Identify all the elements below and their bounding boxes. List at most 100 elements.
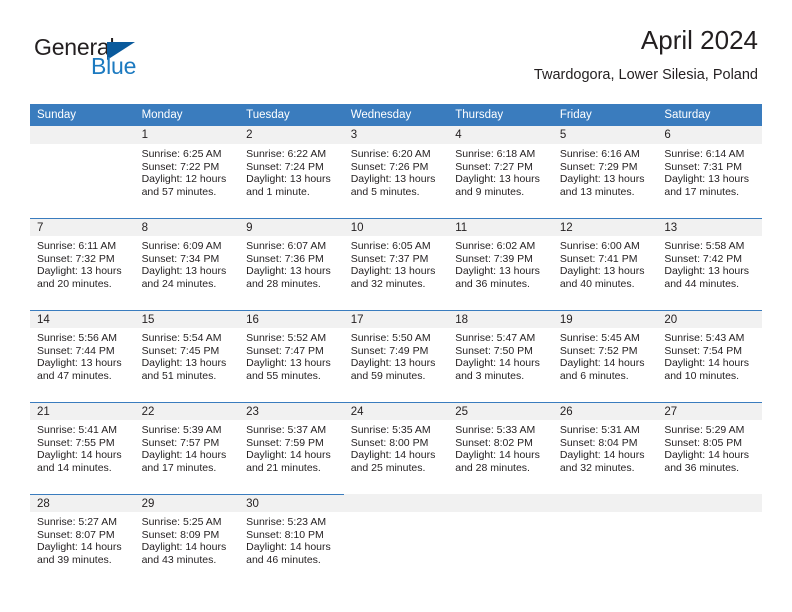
calendar-page: General Blue April 2024 Twardogora, Lowe… — [0, 0, 792, 612]
day-cell[interactable]: 1 Sunrise: 6:25 AM Sunset: 7:22 PM Daylight… — [134, 126, 240, 218]
daylight-text-line1: Daylight: 13 hours — [664, 265, 750, 278]
weekday-header-monday: Monday — [134, 104, 240, 126]
calendar-cell: 23 Sunrise: 5:37 AM Sunset: 7:59 PM Dayligh… — [239, 402, 344, 494]
day-cell[interactable]: 11 Sunrise: 6:02 AM Sunset: 7:39 PM Dayligh… — [448, 218, 553, 310]
daylight-text-line2: and 51 minutes. — [141, 369, 217, 382]
daylight-text-line2: and 25 minutes. — [350, 461, 426, 474]
day-details: Sunrise: 5:39 AM Sunset: 7:57 PM Daylight:… — [135, 420, 240, 474]
day-cell[interactable]: 24 Sunrise: 5:35 AM Sunset: 8:00 PM Dayligh… — [343, 402, 449, 494]
day-cell[interactable]: 16 Sunrise: 5:52 AM Sunset: 7:47 PM Dayligh… — [239, 310, 344, 402]
day-cell[interactable]: 6 Sunrise: 6:14 AM Sunset: 7:31 PM Daylight… — [657, 126, 762, 218]
day-details: Sunrise: 6:25 AM Sunset: 7:22 PM Daylight:… — [135, 144, 240, 198]
day-cell[interactable]: 4 Sunrise: 6:18 AM Sunset: 7:27 PM Daylight… — [448, 126, 553, 218]
day-cell[interactable]: 20 Sunrise: 5:43 AM Sunset: 7:54 PM Dayligh… — [657, 310, 762, 402]
calendar-cell: 3 Sunrise: 6:20 AM Sunset: 7:26 PM Daylight… — [343, 126, 449, 218]
day-cell[interactable]: 5 Sunrise: 6:16 AM Sunset: 7:29 PM Daylight… — [552, 126, 658, 218]
calendar-cell: 4 Sunrise: 6:18 AM Sunset: 7:27 PM Daylight… — [448, 126, 553, 218]
day-details: Sunrise: 6:00 AM Sunset: 7:41 PM Daylight:… — [553, 236, 658, 290]
daylight-text-line2: and 9 minutes. — [455, 185, 525, 198]
day-number: 28 — [30, 494, 135, 512]
day-number: 20 — [657, 310, 762, 328]
day-number: 19 — [552, 310, 658, 328]
daylight-text-line2: and 43 minutes. — [141, 553, 217, 566]
day-cell[interactable]: 10 Sunrise: 6:05 AM Sunset: 7:37 PM Dayligh… — [343, 218, 449, 310]
daylight-text-line2: and 57 minutes. — [141, 185, 217, 198]
title-block: April 2024 Twardogora, Lower Silesia, Po… — [534, 25, 758, 83]
day-number — [343, 494, 449, 512]
day-number: 15 — [134, 310, 240, 328]
daylight-text-line1: Daylight: 14 hours — [246, 541, 331, 554]
day-cell[interactable]: 18 Sunrise: 5:47 AM Sunset: 7:50 PM Dayligh… — [448, 310, 553, 402]
sunrise-text: Sunrise: 6:14 AM — [664, 148, 745, 160]
day-details: Sunrise: 5:50 AM Sunset: 7:49 PM Daylight:… — [344, 328, 449, 382]
calendar-cell: 16 Sunrise: 5:52 AM Sunset: 7:47 PM Dayligh… — [239, 310, 344, 402]
daylight-text-line2: and 21 minutes. — [246, 461, 321, 474]
sunset-text: Sunset: 8:07 PM — [37, 528, 115, 541]
sunset-text: Sunset: 7:44 PM — [37, 344, 115, 357]
daylight-text-line2: and 59 minutes. — [350, 369, 426, 382]
day-cell[interactable]: 15 Sunrise: 5:54 AM Sunset: 7:45 PM Dayligh… — [134, 310, 240, 402]
sunset-text: Sunset: 7:27 PM — [455, 160, 533, 173]
day-cell[interactable]: 3 Sunrise: 6:20 AM Sunset: 7:26 PM Daylight… — [343, 126, 449, 218]
weekday-header-saturday: Saturday — [657, 104, 762, 126]
sunrise-text: Sunrise: 5:47 AM — [455, 332, 536, 344]
calendar-cell: 14 Sunrise: 5:56 AM Sunset: 7:44 PM Dayligh… — [30, 310, 135, 402]
day-number — [30, 126, 135, 144]
day-details: Sunrise: 5:31 AM Sunset: 8:04 PM Daylight:… — [553, 420, 658, 474]
day-cell[interactable]: 22 Sunrise: 5:39 AM Sunset: 7:57 PM Dayligh… — [134, 402, 240, 494]
calendar-cell: 30 Sunrise: 5:23 AM Sunset: 8:10 PM Dayligh… — [239, 494, 344, 586]
day-cell[interactable]: 7 Sunrise: 6:11 AM Sunset: 7:32 PM Daylight… — [30, 218, 135, 310]
sunrise-text: Sunrise: 6:16 AM — [559, 148, 640, 160]
sunrise-text: Sunrise: 5:29 AM — [664, 424, 745, 436]
day-cell[interactable]: 23 Sunrise: 5:37 AM Sunset: 7:59 PM Dayligh… — [239, 402, 344, 494]
day-number: 29 — [134, 494, 240, 512]
day-cell[interactable]: 13 Sunrise: 5:58 AM Sunset: 7:42 PM Dayligh… — [657, 218, 762, 310]
day-cell[interactable]: 9 Sunrise: 6:07 AM Sunset: 7:36 PM Daylight… — [239, 218, 344, 310]
day-details: Sunrise: 6:09 AM Sunset: 7:34 PM Daylight:… — [135, 236, 240, 290]
weekday-header-tuesday: Tuesday — [239, 104, 344, 126]
daylight-text-line2: and 36 minutes. — [455, 277, 530, 290]
day-details: Sunrise: 5:54 AM Sunset: 7:45 PM Daylight:… — [135, 328, 240, 382]
day-number: 2 — [239, 126, 344, 144]
sunrise-text: Sunrise: 5:25 AM — [141, 516, 222, 528]
day-cell-empty — [552, 494, 658, 586]
day-cell[interactable]: 28 Sunrise: 5:27 AM Sunset: 8:07 PM Dayligh… — [30, 494, 135, 586]
day-cell[interactable]: 12 Sunrise: 6:00 AM Sunset: 7:41 PM Dayligh… — [552, 218, 658, 310]
daylight-text-line2: and 17 minutes. — [664, 185, 740, 198]
daylight-text-line1: Daylight: 14 hours — [141, 449, 227, 462]
daylight-text-line1: Daylight: 14 hours — [559, 357, 645, 370]
calendar-cell — [448, 494, 553, 586]
sunset-text: Sunset: 7:26 PM — [350, 160, 429, 173]
day-cell[interactable]: 26 Sunrise: 5:31 AM Sunset: 8:04 PM Dayligh… — [552, 402, 658, 494]
day-details: Sunrise: 6:14 AM Sunset: 7:31 PM Daylight:… — [657, 144, 762, 198]
calendar-week-row: 21 Sunrise: 5:41 AM Sunset: 7:55 PM Dayligh… — [30, 402, 762, 494]
day-cell[interactable]: 14 Sunrise: 5:56 AM Sunset: 7:44 PM Dayligh… — [30, 310, 135, 402]
day-cell[interactable]: 25 Sunrise: 5:33 AM Sunset: 8:02 PM Dayligh… — [448, 402, 553, 494]
day-cell[interactable]: 17 Sunrise: 5:50 AM Sunset: 7:49 PM Dayligh… — [343, 310, 449, 402]
day-cell[interactable]: 30 Sunrise: 5:23 AM Sunset: 8:10 PM Dayligh… — [239, 494, 344, 586]
calendar-week-row: 28 Sunrise: 5:27 AM Sunset: 8:07 PM Dayligh… — [30, 494, 762, 586]
sunrise-text: Sunrise: 6:07 AM — [246, 240, 327, 252]
sunrise-text: Sunrise: 5:43 AM — [664, 332, 745, 344]
day-details: Sunrise: 6:11 AM Sunset: 7:32 PM Daylight:… — [30, 236, 135, 290]
sunset-text: Sunset: 7:42 PM — [664, 252, 743, 265]
day-cell[interactable]: 21 Sunrise: 5:41 AM Sunset: 7:55 PM Dayligh… — [30, 402, 135, 494]
daylight-text-line1: Daylight: 13 hours — [246, 265, 331, 278]
general-blue-logo: General Blue — [34, 34, 184, 86]
calendar-cell: 15 Sunrise: 5:54 AM Sunset: 7:45 PM Dayligh… — [134, 310, 240, 402]
day-number: 11 — [448, 218, 553, 236]
day-cell[interactable]: 27 Sunrise: 5:29 AM Sunset: 8:05 PM Dayligh… — [657, 402, 762, 494]
daylight-text-line1: Daylight: 14 hours — [455, 357, 540, 370]
weekday-header-sunday: Sunday — [30, 104, 135, 126]
daylight-text-line2: and 1 minute. — [246, 185, 310, 198]
day-details: Sunrise: 5:29 AM Sunset: 8:05 PM Daylight:… — [657, 420, 762, 474]
daylight-text-line1: Daylight: 14 hours — [350, 449, 436, 462]
day-number: 16 — [239, 310, 344, 328]
calendar-cell: 25 Sunrise: 5:33 AM Sunset: 8:02 PM Dayligh… — [448, 402, 553, 494]
calendar-cell: 11 Sunrise: 6:02 AM Sunset: 7:39 PM Dayligh… — [448, 218, 553, 310]
sunset-text: Sunset: 7:54 PM — [664, 344, 743, 357]
day-cell[interactable]: 8 Sunrise: 6:09 AM Sunset: 7:34 PM Daylight… — [134, 218, 240, 310]
day-cell[interactable]: 19 Sunrise: 5:45 AM Sunset: 7:52 PM Dayligh… — [552, 310, 658, 402]
day-cell[interactable]: 2 Sunrise: 6:22 AM Sunset: 7:24 PM Daylight… — [239, 126, 344, 218]
day-cell[interactable]: 29 Sunrise: 5:25 AM Sunset: 8:09 PM Dayligh… — [134, 494, 240, 586]
